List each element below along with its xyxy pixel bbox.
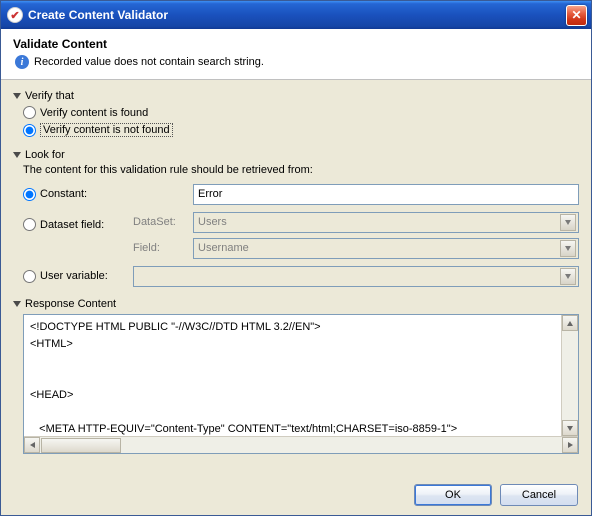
section-verify-that[interactable]: Verify that (13, 86, 579, 104)
section-verify-that-label: Verify that (25, 90, 74, 102)
field-combo[interactable]: Username (193, 238, 579, 259)
field-label: Field: (133, 242, 193, 254)
page-title: Validate Content (13, 37, 579, 51)
section-look-for-label: Look for (25, 149, 65, 161)
radio-constant[interactable] (23, 188, 36, 201)
section-response-content[interactable]: Response Content (13, 294, 579, 312)
response-content-box: <!DOCTYPE HTML PUBLIC "-//W3C//DTD HTML … (23, 314, 579, 454)
dataset-combo-value: Users (198, 216, 227, 228)
section-response-content-label: Response Content (25, 298, 116, 310)
scroll-thumb[interactable] (41, 438, 121, 453)
dataset-label: DataSet: (133, 216, 193, 228)
chevron-down-icon (13, 152, 21, 158)
radio-verify-found[interactable] (23, 106, 36, 119)
scroll-left-button[interactable] (24, 437, 40, 453)
look-for-description: The content for this validation rule sho… (13, 163, 579, 180)
horizontal-scrollbar[interactable] (24, 436, 578, 453)
scroll-right-button[interactable] (562, 437, 578, 453)
ok-button[interactable]: OK (414, 484, 492, 506)
vertical-scrollbar[interactable] (561, 315, 578, 436)
radio-dataset-field-label[interactable]: Dataset field: (40, 219, 104, 231)
response-content-text[interactable]: <!DOCTYPE HTML PUBLIC "-//W3C//DTD HTML … (24, 315, 578, 436)
cancel-button[interactable]: Cancel (500, 484, 578, 506)
section-look-for[interactable]: Look for (13, 145, 579, 163)
radio-constant-label[interactable]: Constant: (40, 188, 87, 200)
radio-dataset-field[interactable] (23, 218, 36, 231)
field-combo-value: Username (198, 242, 249, 254)
scroll-up-button[interactable] (562, 315, 578, 331)
header-panel: Validate Content i Recorded value does n… (1, 29, 591, 80)
chevron-down-icon (13, 93, 21, 99)
info-text: Recorded value does not contain search s… (34, 56, 264, 68)
app-icon: ✔ (7, 7, 23, 23)
title-bar: ✔ Create Content Validator ✕ (1, 1, 591, 29)
radio-verify-not-found[interactable] (23, 124, 36, 137)
chevron-down-icon (560, 240, 576, 257)
radio-verify-not-found-label[interactable]: Verify content is not found (40, 123, 173, 137)
scroll-down-button[interactable] (562, 420, 578, 436)
button-bar: OK Cancel (414, 484, 578, 506)
radio-verify-found-label[interactable]: Verify content is found (40, 107, 148, 119)
chevron-down-icon (560, 268, 576, 285)
radio-user-variable-label[interactable]: User variable: (40, 270, 108, 282)
chevron-down-icon (13, 301, 21, 307)
user-variable-combo[interactable] (133, 266, 579, 287)
dataset-combo[interactable]: Users (193, 212, 579, 233)
constant-input[interactable] (193, 184, 579, 205)
radio-user-variable[interactable] (23, 270, 36, 283)
chevron-down-icon (560, 214, 576, 231)
close-button[interactable]: ✕ (566, 5, 587, 26)
info-row: i Recorded value does not contain search… (13, 55, 579, 69)
window-title: Create Content Validator (28, 8, 566, 22)
info-icon: i (15, 55, 29, 69)
